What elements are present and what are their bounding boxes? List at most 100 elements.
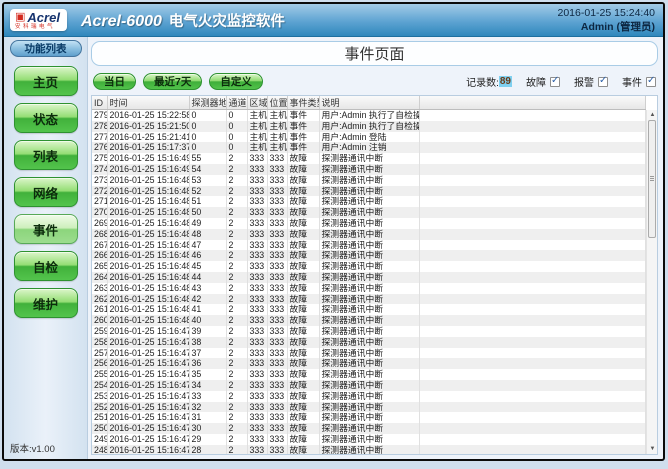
sidebar-item-0[interactable]: 主页: [14, 66, 78, 96]
type-checkbox-1[interactable]: 报警✓: [574, 74, 608, 89]
table-row[interactable]: 2732016-01-25 15:16:48.940532333333故障探测器…: [92, 175, 646, 186]
table-cell: 254: [92, 380, 107, 391]
table-cell: 故障: [287, 348, 319, 359]
table-cell: 249: [92, 434, 107, 445]
table-cell: 2016-01-25 15:16:47.320: [107, 423, 189, 434]
table-row[interactable]: 2712016-01-25 15:16:48.803512333333故障探测器…: [92, 196, 646, 207]
table-row[interactable]: 2792016-01-25 15:22:58.44000主机主机事件用户:Adm…: [92, 110, 646, 121]
scrollbar-thumb[interactable]: [648, 120, 656, 238]
table-cell: 探测器通讯中断: [319, 402, 419, 413]
sidebar-item-2[interactable]: 列表: [14, 140, 78, 170]
table-cell: 264: [92, 272, 107, 283]
filter-button-2[interactable]: 自定义: [209, 73, 263, 90]
table-row[interactable]: 2672016-01-25 15:16:48.537472333333故障探测器…: [92, 240, 646, 251]
table-cell: 故障: [287, 186, 319, 197]
table-cell: 333: [247, 380, 267, 391]
filter-button-1[interactable]: 最近7天: [143, 73, 202, 90]
table-cell: 274: [92, 164, 107, 175]
column-header[interactable]: 事件类型: [287, 96, 319, 110]
table-cell: 探测器通讯中断: [319, 391, 419, 402]
table-cell: 探测器通讯中断: [319, 272, 419, 283]
sidebar-item-1[interactable]: 状态: [14, 103, 78, 133]
table-row[interactable]: 2542016-01-25 15:16:47.597342333333故障探测器…: [92, 380, 646, 391]
table-row[interactable]: 2722016-01-25 15:16:48.860522333333故障探测器…: [92, 186, 646, 197]
table-row[interactable]: 2562016-01-25 15:16:47.753362333333故障探测器…: [92, 358, 646, 369]
table-cell: 故障: [287, 326, 319, 337]
table-row[interactable]: 2682016-01-25 15:16:48.597482333333故障探测器…: [92, 229, 646, 240]
table-cell: 主机: [247, 121, 267, 132]
column-header[interactable]: 时间: [107, 96, 189, 110]
table-cell-filler: [419, 369, 646, 380]
table-row[interactable]: 2702016-01-25 15:16:48.747502333333故障探测器…: [92, 207, 646, 218]
sidebar-item-6[interactable]: 维护: [14, 288, 78, 318]
vertical-scrollbar[interactable]: ▲ ▼: [646, 110, 657, 454]
sidebar-item-5[interactable]: 自检: [14, 251, 78, 281]
column-header[interactable]: 位置: [267, 96, 287, 110]
table-row[interactable]: 2502016-01-25 15:16:47.320302333333故障探测器…: [92, 423, 646, 434]
column-header[interactable]: 探测器地址: [189, 96, 226, 110]
table-row[interactable]: 2772016-01-25 15:21:41.74000主机主机事件用户:Adm…: [92, 132, 646, 143]
table-cell: 37: [189, 348, 226, 359]
table-cell: 用户:Admin 登陆: [319, 132, 419, 143]
table-row[interactable]: 2592016-01-25 15:16:47.957392333333故障探测器…: [92, 326, 646, 337]
filter-button-0[interactable]: 当日: [93, 73, 136, 90]
table-cell: 主机: [247, 132, 267, 143]
table-row[interactable]: 2492016-01-25 15:16:47.263292333333故障探测器…: [92, 434, 646, 445]
table-row[interactable]: 2782016-01-25 15:21:50.25000主机主机事件用户:Adm…: [92, 121, 646, 132]
table-cell: 2016-01-25 15:16:49.017: [107, 164, 189, 175]
table-row[interactable]: 2612016-01-25 15:16:48.087412333333故障探测器…: [92, 304, 646, 315]
table-cell: 54: [189, 164, 226, 175]
table-row[interactable]: 2662016-01-25 15:16:48.470462333333故障探测器…: [92, 250, 646, 261]
table-row[interactable]: 2532016-01-25 15:16:47.540332333333故障探测器…: [92, 391, 646, 402]
scroll-down-icon[interactable]: ▼: [647, 444, 658, 454]
sidebar-item-4[interactable]: 事件: [14, 214, 78, 244]
table-row[interactable]: 2522016-01-25 15:16:47.457322333333故障探测器…: [92, 402, 646, 413]
column-header[interactable]: ID: [92, 96, 107, 110]
column-header[interactable]: 区域: [247, 96, 267, 110]
scroll-up-icon[interactable]: ▲: [647, 110, 658, 120]
table-row[interactable]: 2582016-01-25 15:16:47.887382333333故障探测器…: [92, 337, 646, 348]
table-row[interactable]: 2572016-01-25 15:16:47.823372333333故障探测器…: [92, 348, 646, 359]
checkbox-icon[interactable]: ✓: [550, 77, 560, 87]
table-cell: 0: [226, 142, 247, 153]
scrollbar-grip: [650, 176, 654, 182]
type-checkbox-0[interactable]: 故障✓: [526, 74, 560, 89]
table-cell: 故障: [287, 391, 319, 402]
sidebar-item-3[interactable]: 网络: [14, 177, 78, 207]
table-row[interactable]: 2552016-01-25 15:16:47.677352333333故障探测器…: [92, 369, 646, 380]
table-row[interactable]: 2742016-01-25 15:16:49.017542333333故障探测器…: [92, 164, 646, 175]
table-row[interactable]: 2762016-01-25 15:17:37.83300主机主机事件用户:Adm…: [92, 142, 646, 153]
table-cell: 30: [189, 423, 226, 434]
table-cell: 故障: [287, 250, 319, 261]
column-header[interactable]: 通道: [226, 96, 247, 110]
table-row[interactable]: 2622016-01-25 15:16:48.147422333333故障探测器…: [92, 294, 646, 305]
checkbox-icon[interactable]: ✓: [598, 77, 608, 87]
column-header-filler: [419, 96, 646, 110]
table-row[interactable]: 2652016-01-25 15:16:48.380452333333故障探测器…: [92, 261, 646, 272]
main-panel: 事件页面 当日最近7天自定义 记录数:89 故障✓报警✓事件✓: [88, 37, 663, 459]
table-cell: 故障: [287, 423, 319, 434]
table-cell: 266: [92, 250, 107, 261]
table-row[interactable]: 2482016-01-25 15:16:47.190282333333故障探测器…: [92, 445, 646, 455]
column-header[interactable]: 说明: [319, 96, 419, 110]
table-row[interactable]: 2512016-01-25 15:16:47.393312333333故障探测器…: [92, 412, 646, 423]
table-row[interactable]: 2642016-01-25 15:16:48.280442333333故障探测器…: [92, 272, 646, 283]
table-cell: 333: [247, 423, 267, 434]
table-cell: 333: [247, 175, 267, 186]
table-row[interactable]: 2752016-01-25 15:16:49.090552333333故障探测器…: [92, 153, 646, 164]
type-checkbox-2[interactable]: 事件✓: [622, 74, 656, 89]
table-cell: 2: [226, 240, 247, 251]
table-cell: 2016-01-25 15:21:50.250: [107, 121, 189, 132]
table-cell: 53: [189, 175, 226, 186]
table-cell: 333: [267, 250, 287, 261]
table-cell-filler: [419, 218, 646, 229]
table-row[interactable]: 2632016-01-25 15:16:48.220432333333故障探测器…: [92, 283, 646, 294]
checkbox-icon[interactable]: ✓: [646, 77, 656, 87]
table-row[interactable]: 2602016-01-25 15:16:48.020402333333故障探测器…: [92, 315, 646, 326]
table-cell: 探测器通讯中断: [319, 153, 419, 164]
table-cell: 34: [189, 380, 226, 391]
table-cell: 2: [226, 412, 247, 423]
app-title: Acrel-6000 电气火灾监控软件: [81, 10, 285, 31]
table-cell: 探测器通讯中断: [319, 294, 419, 305]
table-row[interactable]: 2692016-01-25 15:16:48.667492333333故障探测器…: [92, 218, 646, 229]
